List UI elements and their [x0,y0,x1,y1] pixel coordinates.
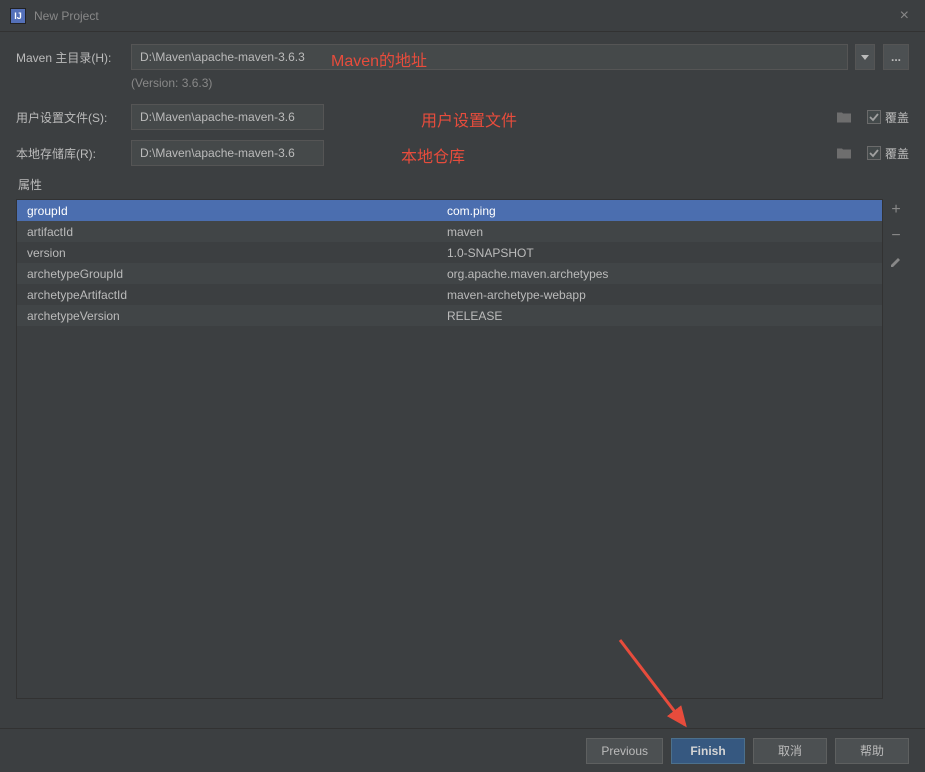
user-settings-override-checkbox[interactable] [867,110,881,124]
app-icon: IJ [10,8,26,24]
prop-key: archetypeArtifactId [27,288,447,302]
prop-val: org.apache.maven.archetypes [447,267,872,281]
prop-val: maven [447,225,872,239]
table-row[interactable]: archetypeGroupId org.apache.maven.archet… [17,263,882,284]
window-title: New Project [34,9,99,23]
table-row[interactable]: archetypeVersion RELEASE [17,305,882,326]
maven-home-dropdown[interactable] [855,44,875,70]
help-button[interactable]: 帮助 [835,738,909,764]
folder-icon [837,112,851,123]
table-row[interactable]: groupId com.ping [17,200,882,221]
maven-home-input[interactable] [131,44,848,70]
edit-property-button[interactable] [885,251,907,273]
prop-val: com.ping [447,204,872,218]
prop-val: RELEASE [447,309,872,323]
table-row[interactable]: artifactId maven [17,221,882,242]
folder-icon [837,148,851,159]
cancel-button[interactable]: 取消 [753,738,827,764]
close-button[interactable]: × [894,7,915,25]
override-label-1: 覆盖 [885,109,909,126]
prop-val: 1.0-SNAPSHOT [447,246,872,260]
user-settings-label: 用户设置文件(S): [16,109,121,126]
prop-val: maven-archetype-webapp [447,288,872,302]
local-repo-override-checkbox[interactable] [867,146,881,160]
prop-key: groupId [27,204,447,218]
prop-key: artifactId [27,225,447,239]
maven-home-label: Maven 主目录(H): [16,49,121,66]
title-bar: IJ New Project × [0,0,925,32]
table-row[interactable]: version 1.0-SNAPSHOT [17,242,882,263]
table-row[interactable]: archetypeArtifactId maven-archetype-weba… [17,284,882,305]
local-repo-label: 本地存储库(R): [16,145,121,162]
previous-button[interactable]: Previous [586,738,663,764]
prop-key: archetypeGroupId [27,267,447,281]
prop-key: archetypeVersion [27,309,447,323]
add-property-button[interactable]: + [885,199,907,221]
prop-key: version [27,246,447,260]
override-label-2: 覆盖 [885,145,909,162]
remove-property-button[interactable]: − [885,225,907,247]
local-repo-input[interactable] [131,140,324,166]
maven-version-text: (Version: 3.6.3) [131,76,909,90]
properties-table[interactable]: groupId com.ping artifactId maven versio… [16,199,883,699]
finish-button[interactable]: Finish [671,738,745,764]
dialog-footer: Previous Finish 取消 帮助 [0,728,925,772]
user-settings-input[interactable] [131,104,324,130]
properties-label: 属性 [16,176,909,193]
maven-home-browse[interactable]: ... [883,44,909,70]
